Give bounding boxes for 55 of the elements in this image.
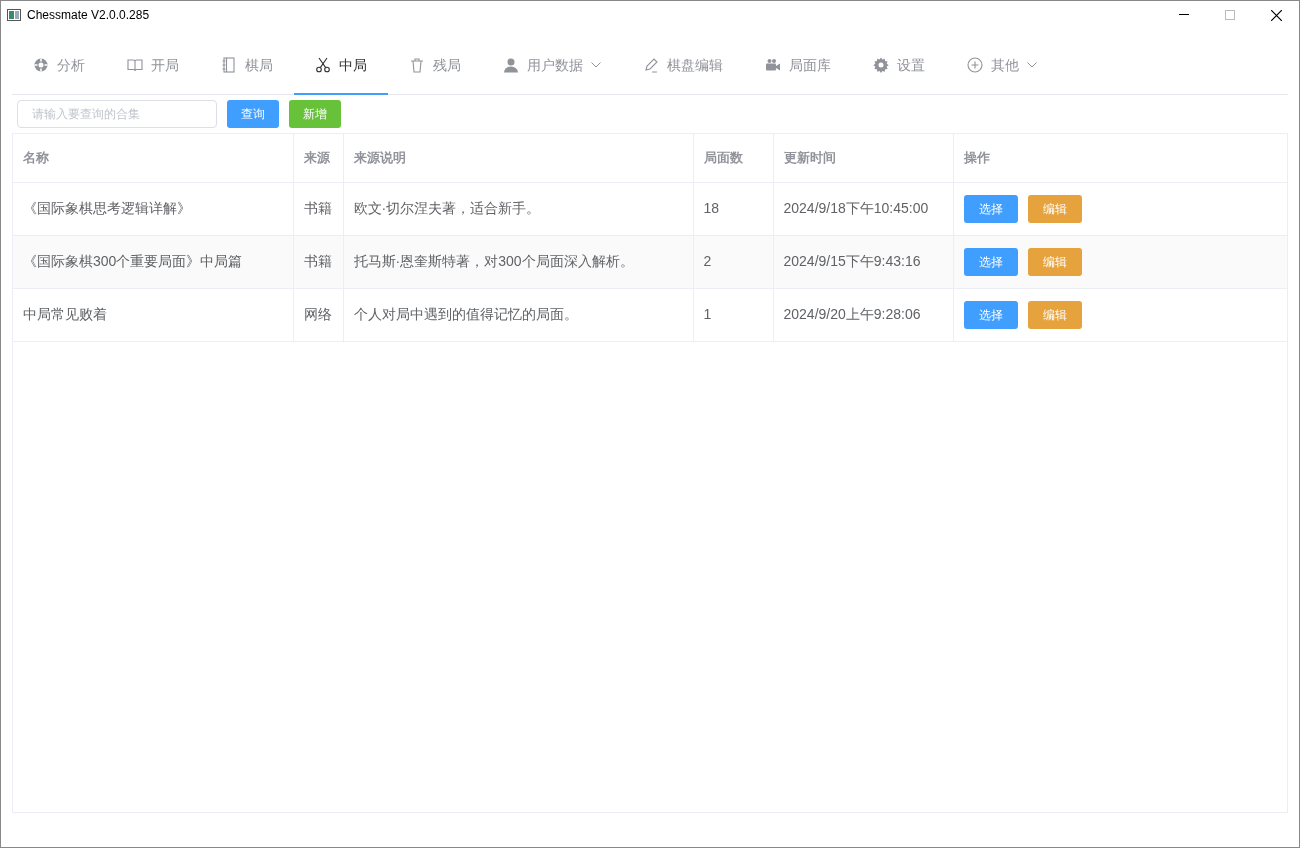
table-cell: 18: [693, 182, 773, 235]
trash-can-icon: [409, 57, 425, 73]
user-icon: [503, 57, 519, 73]
table-cell: 2024/9/18下午10:45:00: [773, 182, 953, 235]
table-cell: 托马斯·恩奎斯特著，对300个局面深入解析。: [343, 235, 693, 288]
lifebuoy-icon: [33, 57, 49, 73]
column-header: 更新时间: [773, 134, 953, 182]
column-header: 局面数: [693, 134, 773, 182]
tab[interactable]: 棋盘编辑: [622, 37, 744, 95]
maximize-icon: [1225, 10, 1235, 20]
select-button[interactable]: 选择: [963, 300, 1018, 329]
tab[interactable]: 设置: [852, 37, 946, 95]
table-cell: 2: [693, 235, 773, 288]
table-cell: 中局常见败着: [13, 288, 293, 341]
edit-button[interactable]: 编辑: [1027, 194, 1082, 223]
table-cell: 2024/9/20上午9:28:06: [773, 288, 953, 341]
select-button[interactable]: 选择: [963, 247, 1018, 276]
tab[interactable]: 棋局: [200, 37, 294, 95]
table-cell: 1: [693, 288, 773, 341]
search-field[interactable]: 请输入要查询的合集: [17, 100, 217, 128]
column-header: 操作: [953, 134, 1287, 182]
video-camera-icon: [765, 57, 781, 73]
column-header: 名称: [13, 134, 293, 182]
edit-button[interactable]: 编辑: [1027, 300, 1082, 329]
tab[interactable]: 残局: [388, 37, 482, 95]
table-cell: 《国际象棋思考逻辑详解》: [13, 182, 293, 235]
table-cell: 《国际象棋300个重要局面》中局篇: [13, 235, 293, 288]
table-cell: 欧文·切尔涅夫著，适合新手。: [343, 182, 693, 235]
edit-button[interactable]: 编辑: [1027, 247, 1082, 276]
table-cell: 书籍: [293, 182, 343, 235]
query-button[interactable]: 查询: [227, 100, 279, 128]
tab[interactable]: 其他: [946, 37, 1058, 95]
scissors-icon: [315, 57, 331, 73]
table-cell: 书籍: [293, 235, 343, 288]
tab[interactable]: 分析: [12, 37, 106, 95]
column-header: 来源说明: [343, 134, 693, 182]
minimize-icon: [1179, 14, 1189, 16]
tab[interactable]: 用户数据: [482, 37, 622, 95]
add-button[interactable]: 新增: [289, 100, 341, 128]
select-button[interactable]: 选择: [963, 194, 1018, 223]
notebook-icon: [221, 57, 237, 73]
window-title: Chessmate V2.0.0.285: [27, 7, 150, 24]
table-cell: 2024/9/15下午9:43:16: [773, 235, 953, 288]
settings-icon: [873, 57, 889, 73]
app-icon: [7, 9, 21, 21]
tab[interactable]: 中局: [294, 37, 388, 95]
tab[interactable]: 开局: [106, 37, 200, 95]
column-header: 来源: [293, 134, 343, 182]
pencil-icon: [643, 57, 659, 73]
table-cell: 网络: [293, 288, 343, 341]
book-icon: [127, 57, 143, 73]
plus-circle-icon: [967, 57, 983, 73]
table-cell: 个人对局中遇到的值得记忆的局面。: [343, 288, 693, 341]
tab[interactable]: 局面库: [744, 37, 852, 95]
close-icon: [1270, 9, 1282, 21]
